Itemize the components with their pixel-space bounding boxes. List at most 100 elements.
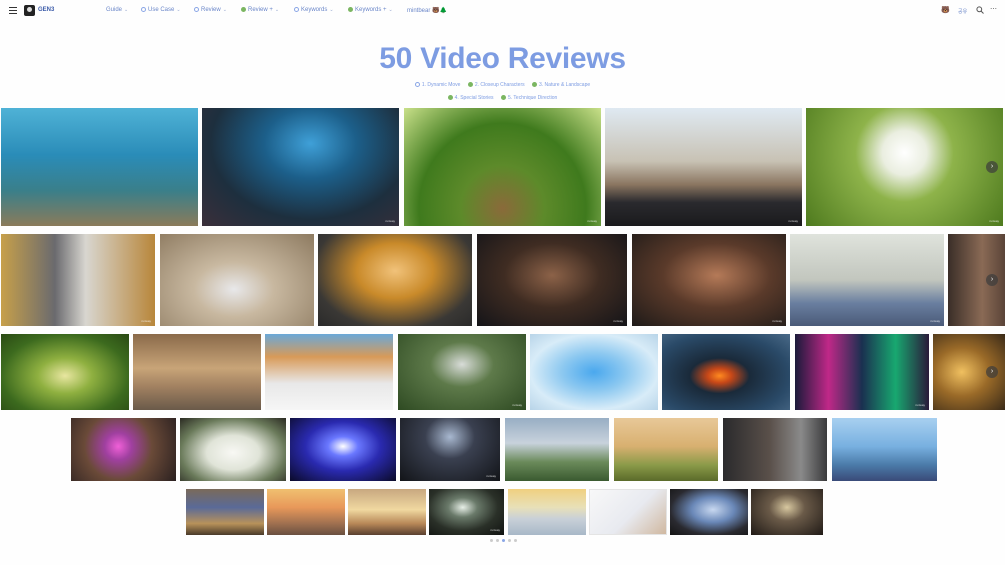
category-tags-row-1: 1. Dynamic Move 2. Closeup Characters 3.…: [0, 82, 1005, 88]
nav-review-plus-label: Review +: [248, 7, 273, 14]
carousel-next-arrow-icon[interactable]: ›: [986, 274, 998, 286]
user-avatar-icon[interactable]: 🐻: [941, 6, 950, 14]
video-thumb-woman-closeup-face[interactable]: runway: [632, 234, 786, 326]
carousel-next-arrow-icon[interactable]: ›: [986, 161, 998, 173]
hamburger-menu-icon[interactable]: [9, 7, 17, 14]
watermark: runway: [490, 528, 500, 532]
search-icon[interactable]: [976, 6, 984, 16]
video-thumb-sketch-drawing-hand[interactable]: [589, 489, 667, 535]
page-title: 50 Video Reviews: [379, 42, 626, 75]
watermark: runway: [512, 403, 522, 407]
video-thumb-lava-crater-sea[interactable]: [662, 334, 790, 410]
tag-closeup-characters[interactable]: 2. Closeup Characters: [467, 82, 525, 88]
leaf-icon: [500, 95, 506, 101]
globe-icon: [294, 7, 299, 12]
video-thumb-magic-portal-market[interactable]: [71, 418, 176, 481]
brand-name[interactable]: GEN3: [38, 7, 54, 13]
chevron-down-icon: ⌄: [329, 7, 334, 14]
page-dot-active[interactable]: [502, 539, 505, 542]
video-thumb-neon-forest[interactable]: runway: [795, 334, 929, 410]
video-thumb-train-cab-railway[interactable]: runway: [605, 108, 802, 226]
video-thumb-underwater-coral-reef[interactable]: [1, 108, 198, 226]
video-thumb-blue-light-tunnel[interactable]: [290, 418, 396, 481]
tag-technique-direction[interactable]: 5. Technique Direction: [500, 95, 558, 101]
page-dot[interactable]: [490, 539, 493, 542]
chevron-down-icon: ⌄: [176, 7, 181, 14]
share-link[interactable]: 공유: [958, 8, 967, 15]
video-thumb-blue-furry-creature[interactable]: [530, 334, 658, 410]
tag-label: 2. Closeup Characters: [474, 82, 525, 88]
nav-guide-label: Guide: [106, 7, 123, 13]
leaf-icon: [467, 82, 473, 88]
leaf-icon: [348, 7, 353, 12]
nav-use-case[interactable]: Use Case ⌄: [141, 7, 181, 13]
video-thumb-man-closeup-face[interactable]: runway: [477, 234, 627, 326]
video-thumb-church-interior[interactable]: [133, 334, 261, 410]
watermark: runway: [930, 319, 940, 323]
page-dot[interactable]: [514, 539, 517, 542]
nav-keywords[interactable]: Keywords ⌄: [294, 7, 334, 13]
watermark: runway: [385, 219, 395, 223]
leaf-icon: [532, 82, 537, 88]
video-thumb-balloon-in-alley[interactable]: [186, 489, 264, 535]
video-thumb-anime-girl-sea[interactable]: [832, 418, 937, 481]
video-thumb-silhouette-backlight[interactable]: runway: [400, 418, 500, 481]
nav-review-label: Review: [201, 7, 221, 14]
globe-icon: [194, 7, 199, 12]
nav-use-case-label: Use Case: [148, 7, 175, 14]
video-thumb-curly-hair-sunglasses-man[interactable]: [318, 234, 472, 326]
video-thumb-heron-in-field[interactable]: [614, 418, 718, 481]
watermark: runway: [989, 219, 999, 223]
tag-special-stories[interactable]: 4. Special Stories: [447, 95, 494, 101]
watermark: runway: [915, 403, 925, 407]
video-thumb-venice-canal-wave[interactable]: [265, 334, 393, 410]
video-thumb-grass-fisheye[interactable]: runway: [404, 108, 601, 226]
video-thumb-dandelion-seed-head[interactable]: runway: [806, 108, 1003, 226]
video-thumb-woman-at-window[interactable]: [723, 418, 827, 481]
tag-nature-landscape[interactable]: 3. Nature & Landscape: [532, 82, 590, 88]
video-thumb-figure-in-forest[interactable]: runway: [398, 334, 526, 410]
nav-mintbear[interactable]: mintbear 🐻🌲: [407, 7, 447, 14]
nav-mintbear-label: mintbear 🐻🌲: [407, 8, 447, 14]
chevron-down-icon: ⌄: [124, 7, 129, 13]
video-thumb-underwater-cave-seaweed[interactable]: runway: [202, 108, 399, 226]
nav-review-plus[interactable]: Review + ⌄: [241, 7, 279, 13]
tag-label: 1. Dynamic Move: [421, 82, 461, 88]
nav-keywords-label: Keywords: [301, 7, 328, 14]
watermark: runway: [141, 319, 151, 323]
tag-label: 5. Technique Direction: [507, 95, 558, 101]
globe-icon: [141, 7, 146, 12]
tag-dynamic-move[interactable]: 1. Dynamic Move: [414, 82, 461, 88]
watermark: runway: [772, 319, 782, 323]
video-thumb-girl-in-gym[interactable]: runway: [790, 234, 944, 326]
watermark: runway: [486, 474, 496, 478]
logo-icon[interactable]: [24, 5, 35, 16]
nav-keywords-plus[interactable]: Keywords + ⌄: [348, 7, 393, 13]
nav-review[interactable]: Review ⌄: [194, 7, 227, 13]
globe-icon: [414, 82, 420, 88]
video-thumb-astronaut-walking-alley[interactable]: runway: [1, 234, 155, 326]
leaf-icon: [447, 95, 453, 101]
video-thumb-spiky-white-orb[interactable]: [180, 418, 286, 481]
watermark: runway: [613, 319, 623, 323]
watermark: runway: [587, 219, 597, 223]
leaf-icon: [241, 7, 246, 12]
nav-guide[interactable]: Guide ⌄: [106, 7, 128, 13]
video-thumb-dark-room-window[interactable]: [751, 489, 823, 535]
carousel-next-arrow-icon[interactable]: ›: [986, 366, 998, 378]
page-dot[interactable]: [508, 539, 511, 542]
watermark: runway: [788, 219, 798, 223]
video-thumb-sunset-interior[interactable]: [348, 489, 426, 535]
video-thumb-cave-flashlight[interactable]: runway: [429, 489, 504, 535]
video-thumb-snowy-hill[interactable]: [508, 489, 586, 535]
chevron-down-icon: ⌄: [388, 7, 393, 14]
tag-label: 3. Nature & Landscape: [539, 82, 591, 88]
video-thumb-astronaut-portrait[interactable]: [160, 234, 314, 326]
chevron-down-icon: ⌄: [274, 7, 280, 14]
more-icon[interactable]: ⋯: [990, 5, 997, 13]
page-dot[interactable]: [496, 539, 499, 542]
video-thumb-rocket-launch-watcher[interactable]: [505, 418, 609, 481]
video-thumb-overgrown-green-corridor[interactable]: [1, 334, 129, 410]
video-thumb-window-night-city[interactable]: [670, 489, 748, 535]
video-thumb-balloon-over-desert[interactable]: [267, 489, 345, 535]
